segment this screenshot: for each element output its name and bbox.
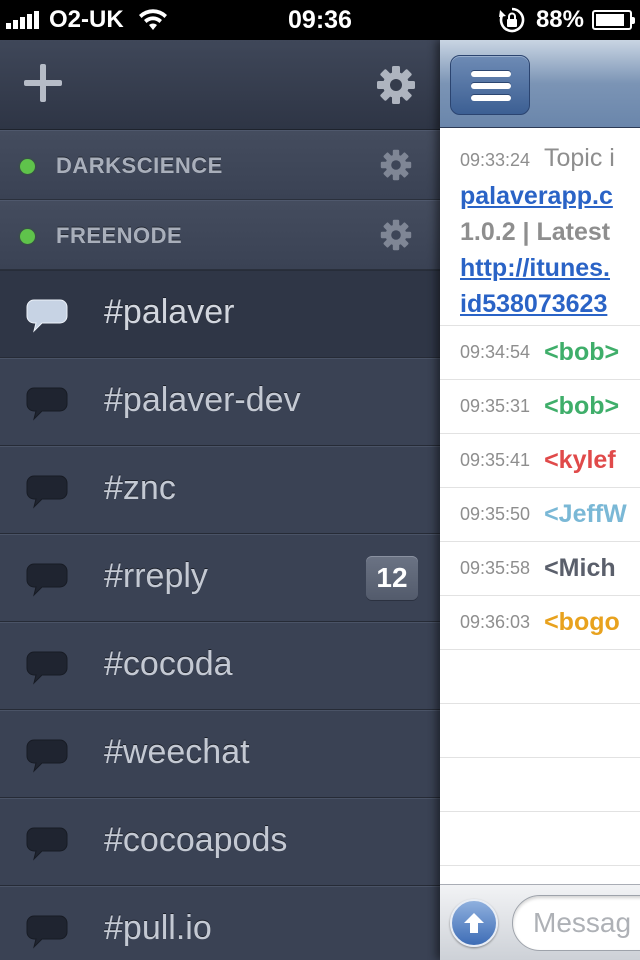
status-dot	[20, 159, 35, 174]
channel-row[interactable]: #pull.io	[0, 886, 440, 960]
nickname[interactable]: <bob>	[544, 338, 619, 367]
timestamp: 09:35:31	[460, 396, 531, 416]
channel-label: #weechat	[104, 733, 250, 771]
channel-row[interactable]: #palaver-dev	[0, 358, 440, 446]
channel-label: #znc	[104, 469, 176, 507]
message-row: 09:35:58 <Mich	[440, 542, 640, 596]
speech-bubble-icon	[26, 563, 68, 597]
chat-pane: 09:33:24 Topic i palaverapp.c 1.0.2 | La…	[440, 40, 640, 960]
message-row: 09:34:54 <bob>	[440, 326, 640, 380]
channel-label: #cocoda	[104, 645, 233, 683]
speech-bubble-icon	[26, 475, 68, 509]
message-row: 09:35:50 <JeffW	[440, 488, 640, 542]
topic-link[interactable]: id538073623	[460, 290, 607, 318]
plus-icon[interactable]	[24, 64, 62, 102]
network-settings-gear-icon[interactable]	[380, 149, 412, 181]
speech-bubble-icon	[26, 915, 68, 949]
empty-row	[440, 704, 640, 758]
channel-label: #palaver	[104, 293, 235, 331]
channel-label: #cocoapods	[104, 821, 288, 859]
timestamp: 09:35:58	[460, 558, 531, 578]
empty-row	[440, 650, 640, 704]
timestamp: 09:35:50	[460, 504, 531, 524]
speech-bubble-icon	[26, 651, 68, 685]
speech-bubble-icon	[26, 387, 68, 421]
nickname[interactable]: <bogo	[544, 608, 620, 637]
navigation-bar	[440, 40, 640, 128]
unread-badge: 12	[366, 556, 418, 600]
nickname[interactable]: <Mich	[544, 554, 616, 583]
network-label: FREENODE	[56, 223, 183, 248]
channel-row[interactable]: #cocoapods	[0, 798, 440, 886]
nickname[interactable]: <JeffW	[544, 500, 627, 529]
topic-link[interactable]: http://itunes.	[460, 254, 610, 282]
speech-bubble-icon	[26, 739, 68, 773]
gear-icon[interactable]	[376, 65, 416, 105]
network-label: DARKSCIENCE	[56, 153, 223, 178]
nickname[interactable]: <kylef	[544, 446, 616, 475]
channel-row[interactable]: #rreply 12	[0, 534, 440, 622]
timestamp: 09:35:41	[460, 450, 531, 470]
network-row[interactable]: FREENODE	[0, 200, 440, 270]
nickname[interactable]: <bob>	[544, 392, 619, 421]
channel-row[interactable]: #cocoda	[0, 622, 440, 710]
input-bar	[440, 884, 640, 960]
topic-message: 09:33:24 Topic i palaverapp.c 1.0.2 | La…	[440, 128, 640, 326]
rotation-lock-icon	[498, 7, 525, 33]
channel-row[interactable]: #znc	[0, 446, 440, 534]
message-list: 09:33:24 Topic i palaverapp.c 1.0.2 | La…	[440, 128, 640, 866]
battery-icon	[592, 10, 635, 30]
speech-bubble-icon	[26, 299, 68, 333]
timestamp: 09:36:03	[460, 612, 531, 632]
send-button[interactable]	[450, 899, 498, 947]
menu-icon	[471, 71, 511, 77]
channel-row[interactable]: #weechat	[0, 710, 440, 798]
status-bar: O2-UK 09:36 88%	[0, 0, 640, 40]
sidebar: DARKSCIENCE FREENODE #palaver #palaver-d…	[0, 40, 440, 960]
status-dot	[20, 229, 35, 244]
channel-label: #rreply	[104, 557, 208, 595]
sidebar-header	[0, 40, 440, 130]
message-input[interactable]	[512, 895, 640, 951]
arrow-up-icon	[464, 913, 484, 933]
topic-version: 1.0.2 | Latest	[460, 218, 611, 246]
message-row: 09:35:31 <bob>	[440, 380, 640, 434]
topic-text: Topic i	[543, 144, 615, 172]
empty-row	[440, 812, 640, 866]
message-row: 09:35:41 <kylef	[440, 434, 640, 488]
network-settings-gear-icon[interactable]	[380, 219, 412, 251]
timestamp: 09:33:24	[460, 150, 531, 170]
timestamp: 09:34:54	[460, 342, 531, 362]
channel-label: #palaver-dev	[104, 381, 301, 419]
battery-percent: 88%	[535, 6, 584, 33]
channel-row[interactable]: #palaver	[0, 270, 440, 358]
network-row[interactable]: DARKSCIENCE	[0, 130, 440, 200]
message-row: 09:36:03 <bogo	[440, 596, 640, 650]
menu-button[interactable]	[450, 55, 530, 115]
channel-label: #pull.io	[104, 909, 212, 947]
empty-row	[440, 758, 640, 812]
topic-link[interactable]: palaverapp.c	[460, 182, 613, 210]
speech-bubble-icon	[26, 827, 68, 861]
